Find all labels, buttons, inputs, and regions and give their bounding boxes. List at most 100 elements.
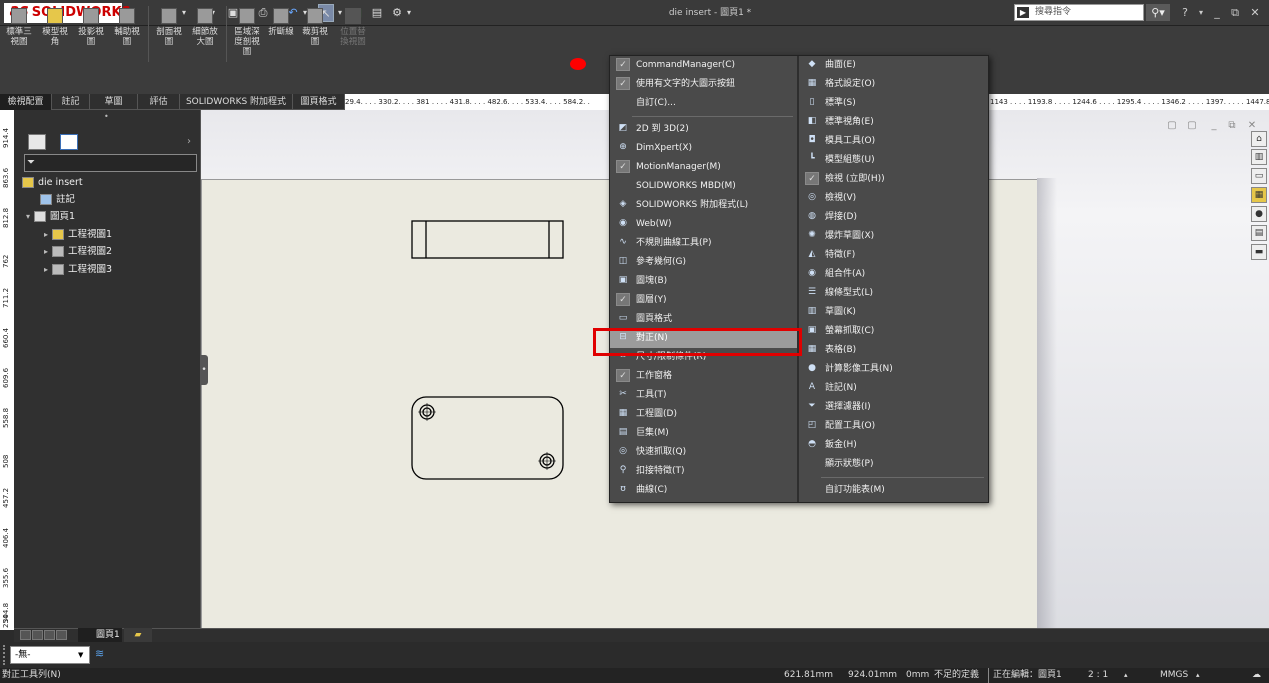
menu-item-right-2[interactable]: ▯ 標準(S) <box>799 94 988 113</box>
prev-sheet-icon[interactable] <box>32 630 43 640</box>
menu-item-right-9[interactable]: ✺ 爆炸草圖(X) <box>799 227 988 246</box>
panel-expand-icon[interactable]: › <box>187 135 197 149</box>
menu-item-left-23[interactable]: ʊ 曲線(C) <box>610 481 797 500</box>
crop-view-button[interactable]: 裁剪視 圖 <box>298 8 332 64</box>
menu-item-left-22[interactable]: ⚲ 扣接特徵(T) <box>610 462 797 481</box>
file-properties-icon[interactable]: ▤ <box>370 4 384 22</box>
menu-item-right-7[interactable]: ◎ 檢視(V) <box>799 189 988 208</box>
menu-item-left-17[interactable]: ✓ 工作窗格 <box>610 367 797 386</box>
menu-item-left-0[interactable]: ✓ CommandManager(C) <box>610 56 797 75</box>
menu-item-right-1[interactable]: ▦ 格式設定(O) <box>799 75 988 94</box>
menu-item-left-6[interactable]: ✓ MotionManager(M) <box>610 158 797 177</box>
options-dropdown-icon[interactable]: ▾ <box>405 4 413 22</box>
scale-up-icon[interactable]: ▴ <box>1124 668 1128 683</box>
menu-item-right-23[interactable]: 自訂功能表(M) <box>799 481 988 500</box>
menu-item-left-13[interactable]: ✓ 圖層(Y) <box>610 291 797 310</box>
restore-icon[interactable]: ⧉ <box>1228 4 1242 21</box>
forum-icon[interactable]: ▬ <box>1251 244 1267 260</box>
first-sheet-icon[interactable] <box>20 630 31 640</box>
panel-splitter-handle[interactable]: • <box>200 355 208 385</box>
tab-evaluate[interactable]: 評估 <box>138 94 180 110</box>
file-explorer-icon[interactable]: ▭ <box>1251 168 1267 184</box>
broken-out-section-button[interactable]: 區域深 度剖視 圖 <box>230 8 264 64</box>
next-sheet-icon[interactable] <box>44 630 55 640</box>
units-up-icon[interactable]: ▴ <box>1196 668 1200 683</box>
menu-item-left-11[interactable]: ◫ 參考幾何(G) <box>610 253 797 272</box>
menu-item-right-18[interactable]: ⏷ 選擇濾器(I) <box>799 398 988 417</box>
menu-item-right-15[interactable]: ▦ 表格(B) <box>799 341 988 360</box>
chevron-down-icon[interactable]: ▼ <box>78 651 88 659</box>
property-manager-tab-icon[interactable] <box>60 134 78 150</box>
projected-view-button[interactable]: 投影視 圖 <box>74 8 108 64</box>
menu-item-left-12[interactable]: ▣ 圖塊(B) <box>610 272 797 291</box>
menu-item-left-5[interactable]: ⊕ DimXpert(X) <box>610 139 797 158</box>
menu-item-left-14[interactable]: ▭ 圖頁格式 <box>610 310 797 329</box>
view-prev-icon[interactable]: ▢ <box>1166 120 1178 132</box>
collapse-arrow-icon[interactable]: ▾ <box>22 209 34 225</box>
menu-item-left-2[interactable]: 自訂(C)... <box>610 94 797 113</box>
layer-properties-icon[interactable]: ≋ <box>95 647 109 661</box>
view-restore-icon[interactable]: ⧉ <box>1226 120 1238 132</box>
tree-item-sheet1[interactable]: ▾ 圖頁1 <box>22 209 75 225</box>
design-library-icon[interactable]: ▥ <box>1251 149 1267 165</box>
menu-item-left-19[interactable]: ▦ 工程圖(D) <box>610 405 797 424</box>
tab-sketch[interactable]: 草圖 <box>90 94 138 110</box>
view-minimize-icon[interactable]: _ <box>1208 120 1220 132</box>
search-mode-icon[interactable]: ▶ <box>1017 7 1029 18</box>
appearances-icon[interactable]: ● <box>1251 206 1267 222</box>
search-commands-input[interactable]: 搜尋指令 <box>1014 4 1144 21</box>
custom-properties-icon[interactable]: ▤ <box>1251 225 1267 241</box>
search-icon[interactable]: ⚲▾ <box>1146 4 1170 21</box>
tree-item-drawing-view1[interactable]: ▸ 工程視圖1 <box>40 227 112 243</box>
menu-item-right-6[interactable]: ✓ 檢視 (立即(H)) <box>799 170 988 189</box>
close-icon[interactable]: ✕ <box>1248 4 1262 21</box>
add-sheet-icon[interactable]: ▰ <box>124 628 152 642</box>
toolbar-grip[interactable] <box>3 645 7 665</box>
menu-item-left-21[interactable]: ◎ 快速抓取(Q) <box>610 443 797 462</box>
menu-item-right-5[interactable]: ┗ 模型組態(U) <box>799 151 988 170</box>
expand-arrow-icon[interactable]: ▸ <box>40 227 52 243</box>
menu-item-right-4[interactable]: ◘ 模具工具(O) <box>799 132 988 151</box>
detail-view-button[interactable]: 細節放 大圖 <box>188 8 222 64</box>
menu-item-left-20[interactable]: ▤ 巨集(M) <box>610 424 797 443</box>
break-button[interactable]: 折斷線 <box>264 8 298 64</box>
status-scale[interactable]: 2 : 1 <box>1088 668 1108 683</box>
menu-item-right-10[interactable]: ◭ 特徵(F) <box>799 246 988 265</box>
menu-item-right-19[interactable]: ◰ 配置工具(O) <box>799 417 988 436</box>
expand-arrow-icon[interactable]: ▸ <box>40 244 52 260</box>
sheet-tab-sheet1[interactable]: 圖頁1 <box>78 628 122 642</box>
tab-solidworks-addins[interactable]: SOLIDWORKS 附加程式 <box>180 94 293 110</box>
tab-annotation[interactable]: 註記 <box>52 94 90 110</box>
auxiliary-view-button[interactable]: 輔助視 圖 <box>110 8 144 64</box>
tree-item-annotations[interactable]: 註記 <box>40 192 75 208</box>
help-dropdown-icon[interactable]: ▾ <box>1197 4 1205 21</box>
menu-item-right-8[interactable]: ◍ 焊接(D) <box>799 208 988 227</box>
menu-item-left-10[interactable]: ∿ 不規則曲線工具(P) <box>610 234 797 253</box>
menu-item-right-3[interactable]: ◧ 標準視角(E) <box>799 113 988 132</box>
standard-three-view-button[interactable]: 標準三 視圖 <box>2 8 36 64</box>
tab-sheet-format[interactable]: 圖頁格式 <box>293 94 345 110</box>
menu-item-left-7[interactable]: SOLIDWORKS MBD(M) <box>610 177 797 196</box>
feature-tree-tab-icon[interactable] <box>28 134 46 150</box>
expand-arrow-icon[interactable]: ▸ <box>40 262 52 278</box>
minimize-icon[interactable]: _ <box>1210 4 1224 21</box>
menu-item-left-9[interactable]: ◉ Web(W) <box>610 215 797 234</box>
menu-item-right-16[interactable]: ● 計算影像工具(N) <box>799 360 988 379</box>
tree-item-drawing-view3[interactable]: ▸ 工程視圖3 <box>40 262 112 278</box>
menu-item-right-20[interactable]: ◓ 鈑金(H) <box>799 436 988 455</box>
solidworks-resources-icon[interactable]: ⌂ <box>1251 131 1267 147</box>
alternate-position-view-button[interactable]: 位置替 換視圖 <box>336 8 370 64</box>
view-next-icon[interactable]: ▢ <box>1186 120 1198 132</box>
status-units[interactable]: MMGS <box>1160 668 1188 683</box>
menu-item-left-4[interactable]: ◩ 2D 到 3D(2) <box>610 120 797 139</box>
section-view-button[interactable]: 剖面視 圖 <box>152 8 186 64</box>
view-palette-icon[interactable]: ▦ <box>1251 187 1267 203</box>
menu-item-right-12[interactable]: ☰ 線條型式(L) <box>799 284 988 303</box>
tab-view-layout[interactable]: 檢視配置 <box>0 94 52 110</box>
menu-item-right-21[interactable]: 顯示狀態(P) <box>799 455 988 474</box>
menu-item-left-8[interactable]: ◈ SOLIDWORKS 附加程式(L) <box>610 196 797 215</box>
menu-item-right-14[interactable]: ▣ 螢幕抓取(C) <box>799 322 988 341</box>
tree-filter-input[interactable] <box>24 154 197 172</box>
menu-item-right-17[interactable]: A 註記(N) <box>799 379 988 398</box>
tree-item-drawing-view2[interactable]: ▸ 工程視圖2 <box>40 244 112 260</box>
